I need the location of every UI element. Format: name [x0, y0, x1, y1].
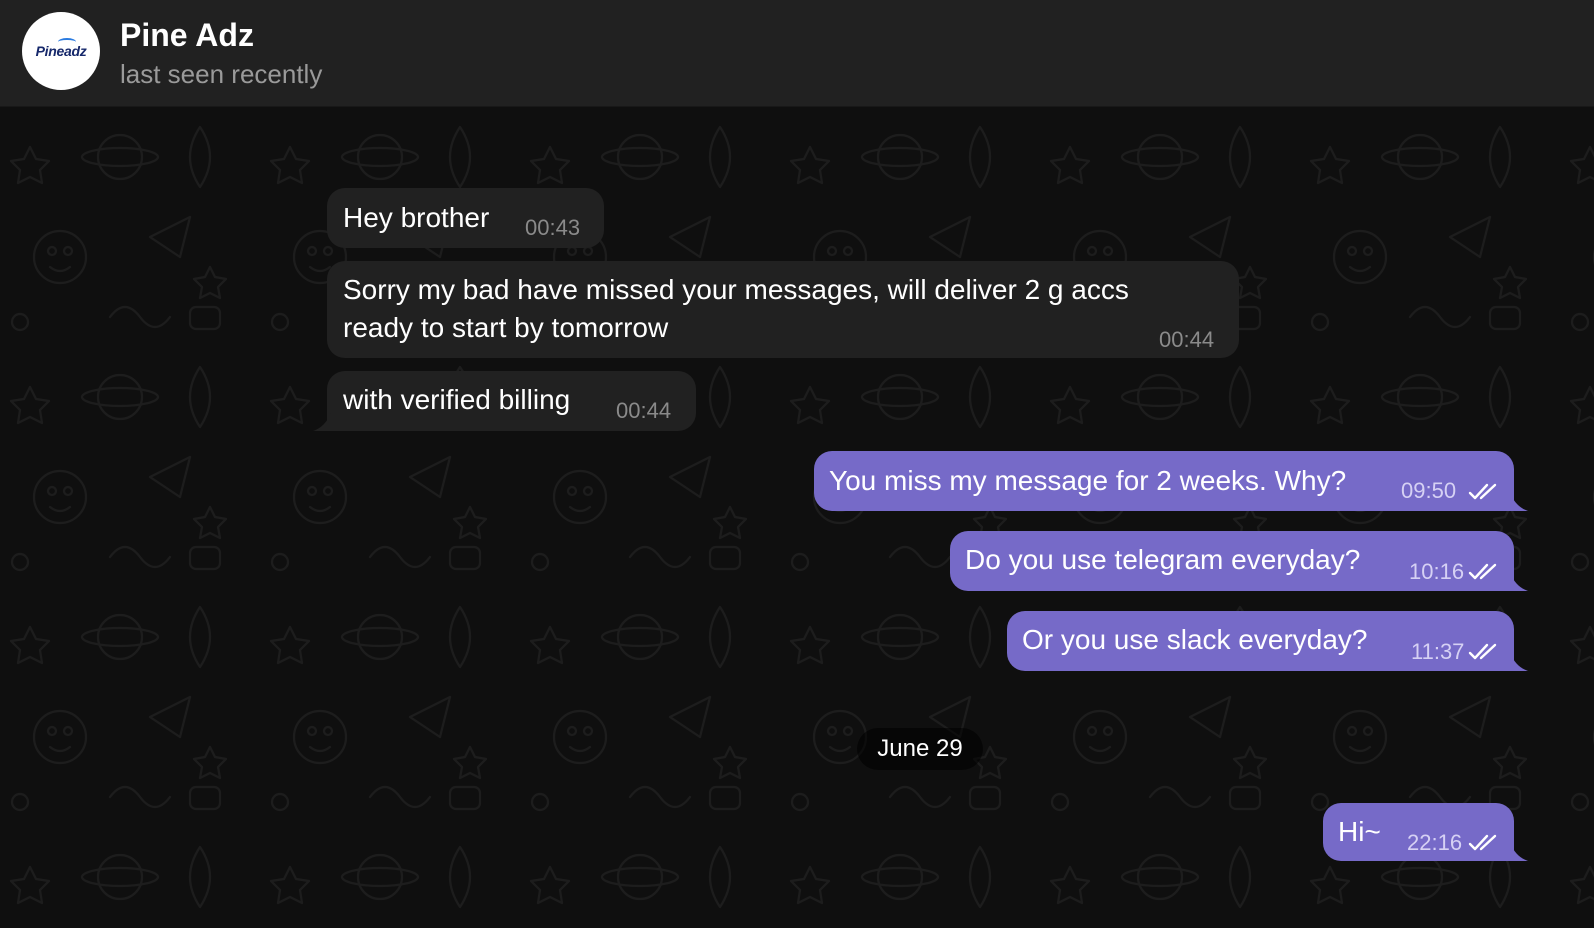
message-text: Hi~ [1338, 816, 1381, 847]
bubble-tail-icon [1510, 843, 1528, 861]
message-text: Or you use slack everyday? [1022, 624, 1368, 655]
date-separator: June 29 [857, 728, 983, 770]
bubble-tail-icon [1510, 653, 1528, 671]
double-check-icon [1468, 834, 1497, 851]
message-outgoing[interactable]: Do you use telegram everyday? 10:16 [950, 531, 1514, 591]
message-time: 00:44 [1159, 327, 1215, 352]
double-check-icon [1468, 563, 1497, 580]
message-time: 00:44 [616, 398, 672, 423]
message-time: 00:43 [525, 215, 581, 240]
message-time: 11:37 [1411, 639, 1465, 664]
bubble-tail-icon [313, 413, 331, 431]
message-text: Hey brother [343, 202, 490, 233]
message-text-line: ready to start by tomorrow [343, 312, 669, 343]
double-check-icon [1468, 643, 1497, 660]
message-text: Do you use telegram everyday? [965, 544, 1361, 575]
bubble-tail-icon [1510, 573, 1528, 591]
message-incoming[interactable]: Hey brother 00:43 [327, 188, 604, 248]
message-time: 10:16 [1409, 559, 1465, 584]
telegram-chat-window: Pineadz Pine Adz last seen recently Hey … [0, 0, 1594, 928]
message-incoming[interactable]: with verified billing 00:44 [327, 371, 696, 431]
message-outgoing[interactable]: Hi~ 22:16 [1323, 803, 1514, 861]
avatar[interactable]: Pineadz [22, 12, 100, 90]
chat-status: last seen recently [120, 59, 323, 89]
message-time: 09:50 [1401, 478, 1457, 503]
message-incoming[interactable]: Sorry my bad have missed your messages, … [327, 261, 1239, 358]
message-text-line: Sorry my bad have missed your messages, … [343, 274, 1129, 305]
message-text: with verified billing [343, 384, 571, 415]
message-outgoing[interactable]: You miss my message for 2 weeks. Why? 09… [814, 451, 1514, 511]
message-time: 22:16 [1407, 830, 1463, 855]
double-check-icon [1468, 483, 1497, 500]
message-outgoing[interactable]: Or you use slack everyday? 11:37 [1007, 611, 1514, 671]
chat-title[interactable]: Pine Adz [120, 15, 254, 55]
bubble-tail-icon [1510, 493, 1528, 511]
chat-header[interactable]: Pineadz Pine Adz last seen recently [0, 0, 1594, 107]
pineadz-logo: Pineadz [35, 38, 87, 59]
message-text: You miss my message for 2 weeks. Why? [829, 465, 1347, 496]
